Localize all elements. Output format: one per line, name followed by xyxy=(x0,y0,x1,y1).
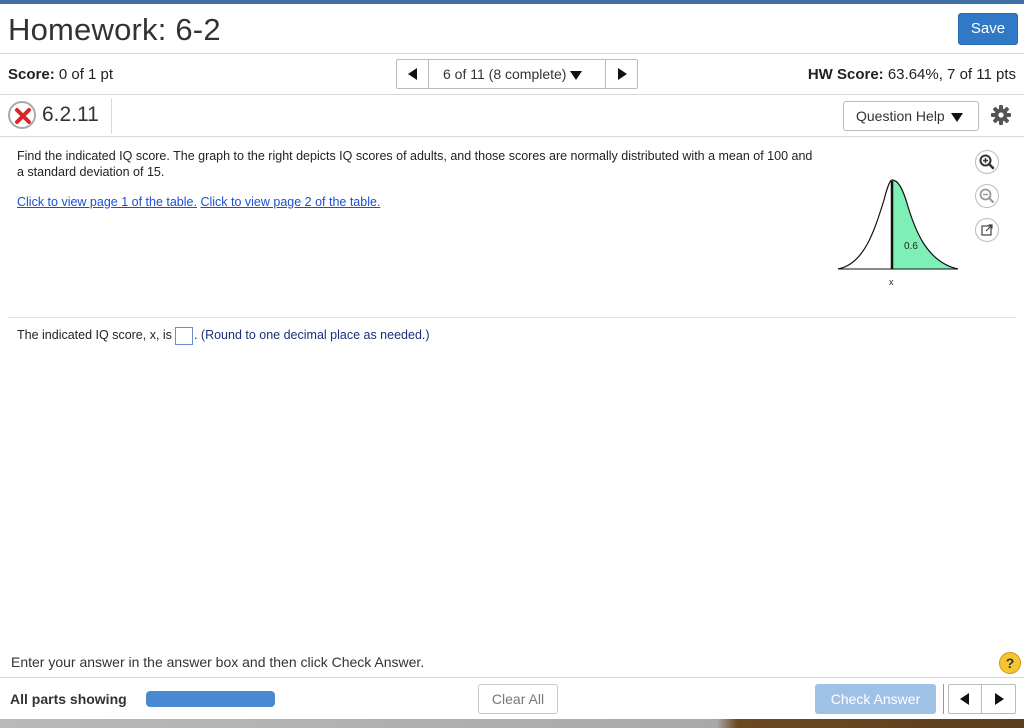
parts-progress-bar xyxy=(146,691,275,707)
next-question-button[interactable] xyxy=(605,60,637,88)
incorrect-x-icon xyxy=(8,101,36,129)
shaded-area-label: 0.6 xyxy=(904,241,918,252)
gear-icon[interactable] xyxy=(990,104,1012,126)
page-title: Homework: 6-2 xyxy=(8,12,221,47)
help-icon[interactable]: ? xyxy=(999,652,1021,674)
open-popout-button[interactable] xyxy=(975,218,999,242)
question-navigator: 6 of 11 (8 complete) xyxy=(396,59,638,89)
instruction-text: Enter your answer in the answer box and … xyxy=(11,654,425,670)
window-bottom-edge xyxy=(0,719,1024,728)
question-selector[interactable]: 6 of 11 (8 complete) xyxy=(443,66,583,82)
caret-down-icon xyxy=(570,70,583,80)
question-help-label: Question Help xyxy=(856,108,945,124)
question-header: 6.2.11 Question Help xyxy=(0,96,1024,137)
score-row: Score: 0 of 1 pt 6 of 11 (8 complete) HW… xyxy=(0,55,1024,95)
hw-score-text: HW Score: 63.64%, 7 of 11 pts xyxy=(808,66,1016,83)
question-selector-label: 6 of 11 (8 complete) xyxy=(443,66,567,82)
score-value: 0 of 1 pt xyxy=(58,66,114,83)
clear-all-button[interactable]: Clear All xyxy=(478,684,558,714)
answer-line: The indicated IQ score, x, is. (Round to… xyxy=(17,326,430,345)
divider xyxy=(111,98,112,134)
previous-question-button[interactable] xyxy=(397,60,429,88)
hw-score-label: HW Score: xyxy=(807,66,884,83)
zoom-in-button[interactable] xyxy=(975,150,999,174)
caret-down-icon xyxy=(950,112,963,122)
score-label: Score: xyxy=(8,66,55,83)
arrow-left-icon xyxy=(960,693,969,705)
zoom-in-icon xyxy=(979,154,995,170)
rounding-note: (Round to one decimal place as needed.) xyxy=(200,328,430,342)
parts-showing-label: All parts showing xyxy=(10,691,127,707)
answer-prompt: The indicated IQ score, x, is xyxy=(17,328,172,342)
arrow-right-icon xyxy=(618,68,627,80)
answer-suffix: . xyxy=(193,328,198,342)
progress-fill xyxy=(146,691,275,707)
title-row: Homework: 6-2 Save xyxy=(0,4,1024,54)
score-text: Score: 0 of 1 pt xyxy=(8,66,113,83)
zoom-out-button[interactable] xyxy=(975,184,999,208)
table-page-2-link[interactable]: Click to view page 2 of the table. xyxy=(200,195,380,209)
x-axis-label: x xyxy=(889,277,894,287)
zoom-out-icon xyxy=(979,188,995,204)
normal-distribution-graph: 0.6 x xyxy=(837,179,959,287)
hw-score-value: 63.64%, 7 of 11 pts xyxy=(887,66,1016,83)
shaded-region xyxy=(892,180,958,269)
answer-input[interactable] xyxy=(174,326,193,345)
check-answer-button[interactable]: Check Answer xyxy=(815,684,936,714)
table-page-1-link[interactable]: Click to view page 1 of the table. xyxy=(17,195,197,209)
divider xyxy=(943,684,944,714)
next-question-button[interactable] xyxy=(983,685,1015,713)
divider xyxy=(8,317,1016,318)
question-text: Find the indicated IQ score. The graph t… xyxy=(17,149,813,179)
save-button[interactable]: Save xyxy=(958,13,1018,45)
external-link-icon xyxy=(981,224,993,236)
question-number: 6.2.11 xyxy=(42,103,99,126)
bottom-toolbar: All parts showing Clear All Check Answer xyxy=(0,677,1024,719)
bottom-navigator xyxy=(948,684,1016,714)
question-help-button[interactable]: Question Help xyxy=(843,101,979,131)
graph-tools xyxy=(975,150,999,252)
arrow-right-icon xyxy=(995,693,1004,705)
previous-question-button[interactable] xyxy=(949,685,982,713)
arrow-left-icon xyxy=(408,68,417,80)
table-links: Click to view page 1 of the table. Click… xyxy=(17,195,380,209)
